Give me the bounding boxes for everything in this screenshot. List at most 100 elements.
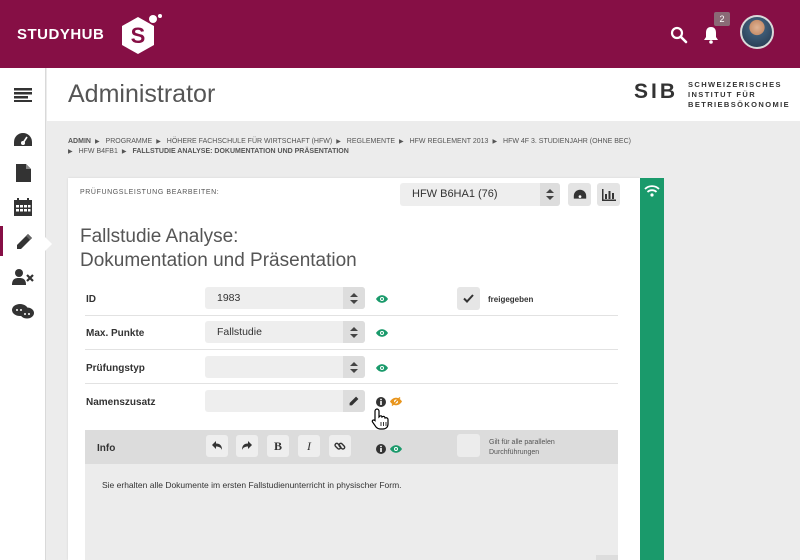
calendar-icon bbox=[14, 198, 32, 216]
breadcrumb-separator-icon: ▶ bbox=[399, 139, 404, 145]
breadcrumb-separator-icon: ▶ bbox=[94, 139, 100, 145]
sidebar-item-documents[interactable] bbox=[0, 158, 46, 188]
row-divider bbox=[85, 315, 618, 316]
italic-icon: I bbox=[307, 438, 311, 453]
info-textarea[interactable]: Sie erhalten alle Dokumente im ersten Fa… bbox=[102, 480, 402, 490]
released-label: freigegeben bbox=[488, 295, 534, 304]
exam-title-line-1: Fallstudie Analyse: bbox=[80, 226, 239, 247]
id-label: ID bbox=[86, 294, 96, 305]
redo-icon bbox=[242, 441, 252, 450]
statistics-button[interactable] bbox=[597, 183, 620, 206]
bold-button[interactable]: B bbox=[267, 435, 289, 457]
undo-button[interactable] bbox=[206, 435, 228, 457]
user-remove-icon bbox=[12, 269, 34, 285]
breadcrumb-separator-icon: ▶ bbox=[121, 149, 127, 155]
breadcrumb-item[interactable]: HÖHERE FACHSCHULE FÜR WIRTSCHAFT (HFW) bbox=[167, 138, 332, 145]
max-points-value: Fallstudie bbox=[217, 326, 262, 338]
info-title: Info bbox=[97, 443, 116, 454]
sidebar-item-users[interactable] bbox=[0, 262, 46, 292]
bold-icon: B bbox=[273, 438, 282, 453]
visible-eye-icon[interactable] bbox=[376, 329, 388, 337]
exam-select[interactable]: HFW B6HA1 (76) bbox=[400, 183, 560, 206]
org-logo-short: SIB bbox=[634, 80, 679, 103]
id-field[interactable]: 1983 bbox=[205, 287, 365, 309]
wifi-icon bbox=[644, 185, 660, 197]
hidden-eye-icon[interactable] bbox=[390, 397, 402, 406]
sidebar-item-edit[interactable] bbox=[0, 226, 46, 256]
bar-chart-icon bbox=[601, 188, 616, 201]
parallel-label: Gilt für alle parallelen Durchführungen bbox=[489, 439, 555, 456]
pencil-icon bbox=[17, 233, 32, 249]
chat-icon bbox=[12, 303, 34, 318]
breadcrumb-item[interactable]: HFW B4FB1 bbox=[79, 148, 118, 155]
breadcrumb-item[interactable]: PROGRAMME bbox=[106, 138, 153, 145]
sidebar-item-chat[interactable] bbox=[0, 296, 46, 326]
user-avatar[interactable] bbox=[740, 15, 774, 49]
row-divider bbox=[85, 383, 618, 384]
menu-icon bbox=[14, 88, 32, 102]
org-logo-long: SCHWEIZERISCHES INSTITUT FÜR BETRIEBSÖKO… bbox=[688, 80, 790, 110]
visible-eye-icon[interactable] bbox=[376, 364, 388, 372]
row-divider bbox=[85, 349, 618, 350]
sidebar-item-dashboard[interactable] bbox=[0, 125, 46, 155]
redo-button[interactable] bbox=[236, 435, 258, 457]
breadcrumb-item[interactable]: REGLEMENTE bbox=[347, 138, 395, 145]
updown-caret-icon bbox=[343, 287, 365, 309]
breadcrumb-current: FALLSTUDIE ANALYSE: DOKUMENTATION UND PR… bbox=[132, 148, 349, 155]
exam-title-line-2: Dokumentation und Präsentation bbox=[80, 250, 357, 271]
brand-name[interactable]: STUDYHUB bbox=[17, 26, 104, 43]
document-icon bbox=[15, 164, 31, 182]
italic-button[interactable]: I bbox=[298, 435, 320, 457]
page-title: Administrator bbox=[68, 80, 216, 108]
pencil-icon[interactable] bbox=[343, 390, 365, 412]
id-value: 1983 bbox=[217, 292, 241, 304]
sidebar-item-calendar[interactable] bbox=[0, 192, 46, 222]
breadcrumb-separator-icon: ▶ bbox=[68, 149, 73, 155]
studyhub-logo[interactable]: S bbox=[117, 13, 163, 59]
visible-eye-icon[interactable] bbox=[390, 445, 402, 453]
visible-eye-icon[interactable] bbox=[376, 295, 388, 303]
link-icon bbox=[334, 442, 346, 450]
org-line-3: BETRIEBSÖKONOMIE bbox=[688, 100, 790, 109]
info-icon[interactable] bbox=[376, 397, 386, 407]
exam-select-value: HFW B6HA1 (76) bbox=[412, 188, 498, 200]
search-icon[interactable] bbox=[670, 26, 688, 44]
breadcrumb-separator-icon: ▶ bbox=[156, 139, 161, 145]
resize-handle[interactable] bbox=[596, 555, 618, 560]
breadcrumb-separator-icon: ▶ bbox=[336, 139, 341, 145]
updown-caret-icon bbox=[540, 183, 560, 206]
breadcrumb-item[interactable]: HFW 4F 3. STUDIENJAHR (OHNE BEC) bbox=[503, 138, 631, 145]
dashboard-button[interactable] bbox=[568, 183, 591, 206]
exam-type-label: Prüfungstyp bbox=[86, 363, 145, 374]
notification-badge[interactable]: 2 bbox=[714, 12, 730, 26]
sidebar-item-menu[interactable] bbox=[0, 80, 46, 110]
svg-text:S: S bbox=[131, 23, 146, 48]
breadcrumb: ADMIN ▶ PROGRAMME ▶ HÖHERE FACHSCHULE FÜR … bbox=[68, 137, 668, 157]
org-line-1: SCHWEIZERISCHES bbox=[688, 80, 782, 89]
max-points-label: Max. Punkte bbox=[86, 328, 145, 339]
name-suffix-label: Namenszusatz bbox=[86, 397, 156, 408]
released-checkbox[interactable] bbox=[457, 287, 480, 310]
connection-status-bar bbox=[640, 178, 664, 560]
link-button[interactable] bbox=[329, 435, 351, 457]
exam-title: Fallstudie Analyse: Dokumentation und Pr… bbox=[80, 225, 357, 273]
active-indicator bbox=[44, 236, 52, 252]
undo-icon bbox=[212, 441, 222, 450]
org-line-2: INSTITUT FÜR bbox=[688, 90, 757, 99]
breadcrumb-item[interactable]: HFW REGLEMENT 2013 bbox=[410, 138, 489, 145]
hand-pointer-cursor-icon bbox=[371, 408, 389, 430]
name-suffix-field[interactable] bbox=[205, 390, 365, 412]
breadcrumb-item[interactable]: ADMIN bbox=[68, 138, 91, 145]
edit-label: PRÜFUNGSLEISTUNG BEARBEITEN: bbox=[80, 189, 220, 196]
updown-caret-icon bbox=[343, 356, 365, 378]
updown-caret-icon bbox=[343, 321, 365, 343]
bell-icon[interactable] bbox=[702, 26, 720, 44]
exam-type-field[interactable] bbox=[205, 356, 365, 378]
checkmark-icon bbox=[463, 294, 474, 303]
info-icon[interactable] bbox=[376, 444, 386, 454]
max-points-field[interactable]: Fallstudie bbox=[205, 321, 365, 343]
dashboard-icon bbox=[14, 133, 32, 146]
breadcrumb-separator-icon: ▶ bbox=[492, 139, 498, 145]
dashboard-icon bbox=[573, 189, 586, 199]
parallel-checkbox[interactable] bbox=[457, 434, 480, 457]
